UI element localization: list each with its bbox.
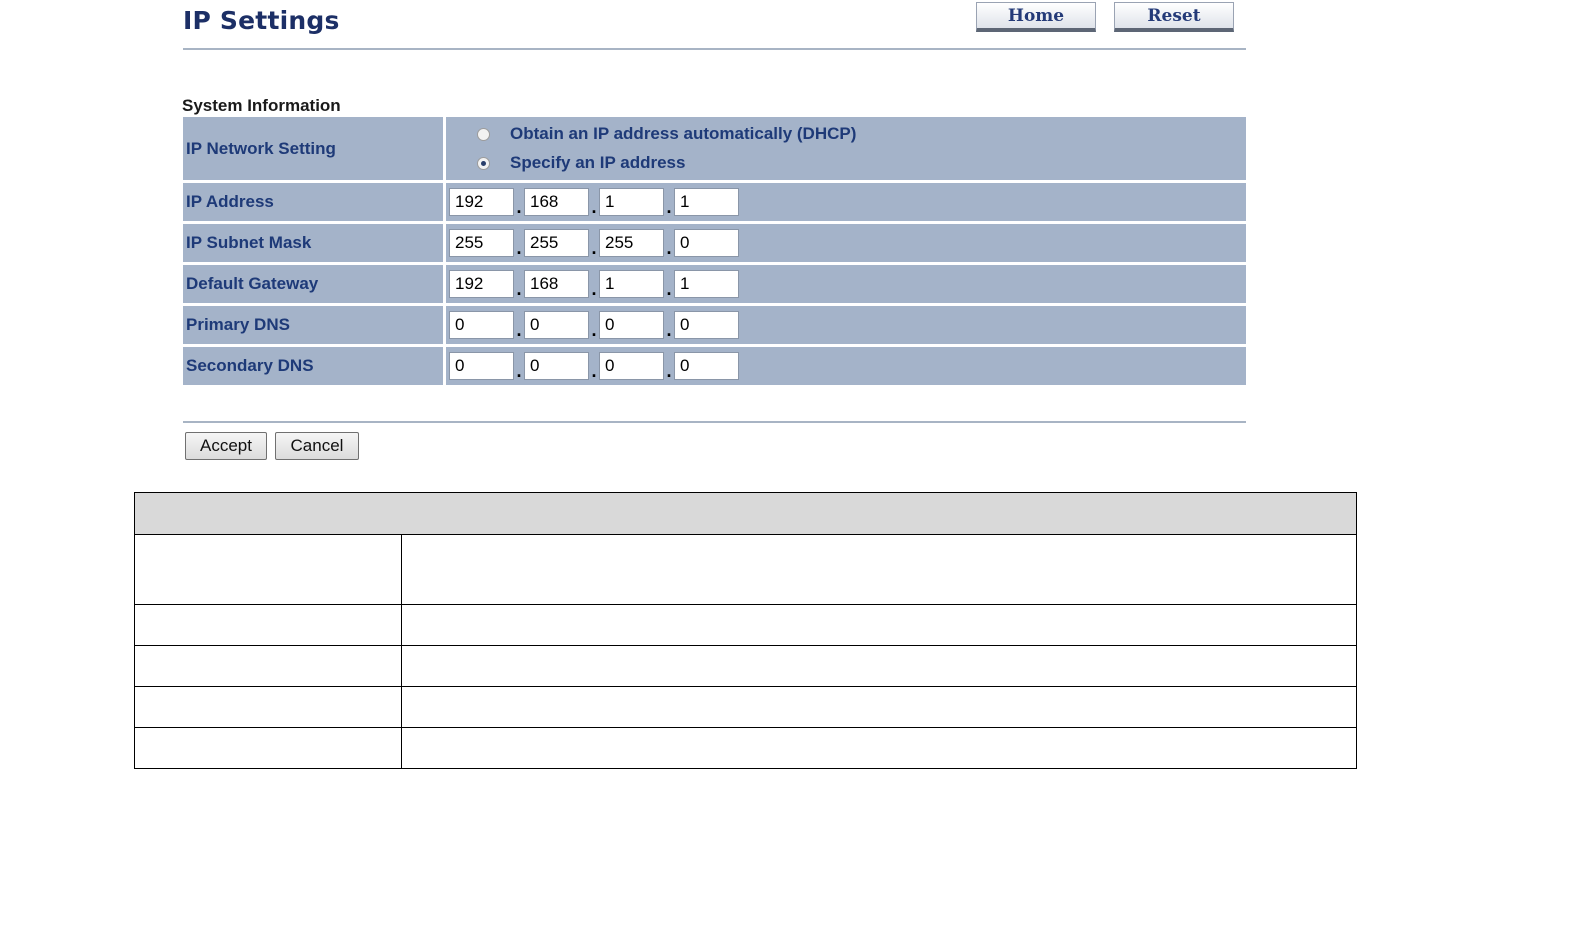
- octet-separator: .: [591, 360, 597, 381]
- cancel-button[interactable]: Cancel: [275, 432, 359, 460]
- octet-separator: .: [591, 278, 597, 299]
- ip-address-label: IP Address: [183, 183, 446, 221]
- default-gateway-octet-3[interactable]: [599, 270, 664, 298]
- table-cell: [134, 686, 402, 728]
- octet-separator: .: [516, 237, 522, 258]
- subnet-mask-octet-1[interactable]: [449, 229, 514, 257]
- default-gateway-label: Default Gateway: [183, 265, 446, 303]
- static-ip-option-label: Specify an IP address: [510, 153, 686, 172]
- table-header-row: [134, 492, 1357, 535]
- default-gateway-octet-1[interactable]: [449, 270, 514, 298]
- table-row: [134, 686, 1357, 728]
- home-button[interactable]: Home: [976, 2, 1096, 32]
- subnet-mask-octet-3[interactable]: [599, 229, 664, 257]
- octet-separator: .: [591, 196, 597, 217]
- bottom-divider: [183, 421, 1246, 423]
- ip-address-row: IP Address . . .: [183, 183, 1246, 221]
- dhcp-radio[interactable]: [477, 127, 490, 141]
- primary-dns-row: Primary DNS . . .: [183, 306, 1246, 344]
- static-ip-radio[interactable]: [477, 156, 490, 170]
- table-cell: [134, 645, 402, 687]
- subnet-mask-label: IP Subnet Mask: [183, 224, 446, 262]
- primary-dns-octet-1[interactable]: [449, 311, 514, 339]
- page-title: IP Settings: [183, 6, 340, 35]
- secondary-dns-octet-3[interactable]: [599, 352, 664, 380]
- default-gateway-octet-4[interactable]: [674, 270, 739, 298]
- table-header-cell: [134, 492, 1357, 535]
- ip-address-octet-3[interactable]: [599, 188, 664, 216]
- default-gateway-row: Default Gateway . . .: [183, 265, 1246, 303]
- ip-address-octet-1[interactable]: [449, 188, 514, 216]
- secondary-dns-octet-4[interactable]: [674, 352, 739, 380]
- dhcp-option-label: Obtain an IP address automatically (DHCP…: [510, 124, 857, 143]
- table-cell: [134, 604, 402, 646]
- table-row: [134, 604, 1357, 646]
- secondary-dns-octet-1[interactable]: [449, 352, 514, 380]
- octet-separator: .: [666, 360, 672, 381]
- static-ip-option[interactable]: Specify an IP address: [477, 149, 856, 178]
- ip-settings-table: IP Network Setting Obtain an IP address …: [183, 117, 1246, 388]
- default-gateway-octet-2[interactable]: [524, 270, 589, 298]
- primary-dns-octet-2[interactable]: [524, 311, 589, 339]
- octet-separator: .: [516, 196, 522, 217]
- table-cell: [401, 645, 1357, 687]
- secondary-dns-octet-2[interactable]: [524, 352, 589, 380]
- table-cell: [401, 727, 1357, 769]
- table-cell: [401, 686, 1357, 728]
- ip-network-setting-row: IP Network Setting Obtain an IP address …: [183, 117, 1246, 180]
- section-title: System Information: [182, 96, 341, 115]
- subnet-mask-octet-2[interactable]: [524, 229, 589, 257]
- octet-separator: .: [666, 237, 672, 258]
- octet-separator: .: [666, 319, 672, 340]
- octet-separator: .: [516, 319, 522, 340]
- octet-separator: .: [666, 278, 672, 299]
- primary-dns-label: Primary DNS: [183, 306, 446, 344]
- octet-separator: .: [666, 196, 672, 217]
- ip-address-octet-4[interactable]: [674, 188, 739, 216]
- octet-separator: .: [516, 278, 522, 299]
- secondary-dns-row: Secondary DNS . . .: [183, 347, 1246, 385]
- ip-network-setting-label: IP Network Setting: [183, 117, 446, 180]
- octet-separator: .: [516, 360, 522, 381]
- reset-button[interactable]: Reset: [1114, 2, 1234, 32]
- dhcp-option[interactable]: Obtain an IP address automatically (DHCP…: [477, 120, 856, 149]
- description-table: [134, 492, 1357, 769]
- primary-dns-octet-3[interactable]: [599, 311, 664, 339]
- subnet-mask-row: IP Subnet Mask . . .: [183, 224, 1246, 262]
- secondary-dns-label: Secondary DNS: [183, 347, 446, 385]
- table-row: [134, 727, 1357, 769]
- table-cell: [401, 534, 1357, 605]
- subnet-mask-octet-4[interactable]: [674, 229, 739, 257]
- primary-dns-octet-4[interactable]: [674, 311, 739, 339]
- accept-button[interactable]: Accept: [185, 432, 267, 460]
- top-divider: [183, 48, 1246, 50]
- ip-address-octet-2[interactable]: [524, 188, 589, 216]
- table-cell: [401, 604, 1357, 646]
- table-row: [134, 645, 1357, 687]
- ip-mode-radio-group: Obtain an IP address automatically (DHCP…: [449, 120, 856, 178]
- table-cell: [134, 727, 402, 769]
- octet-separator: .: [591, 237, 597, 258]
- octet-separator: .: [591, 319, 597, 340]
- table-cell: [134, 534, 402, 605]
- table-row: [134, 534, 1357, 605]
